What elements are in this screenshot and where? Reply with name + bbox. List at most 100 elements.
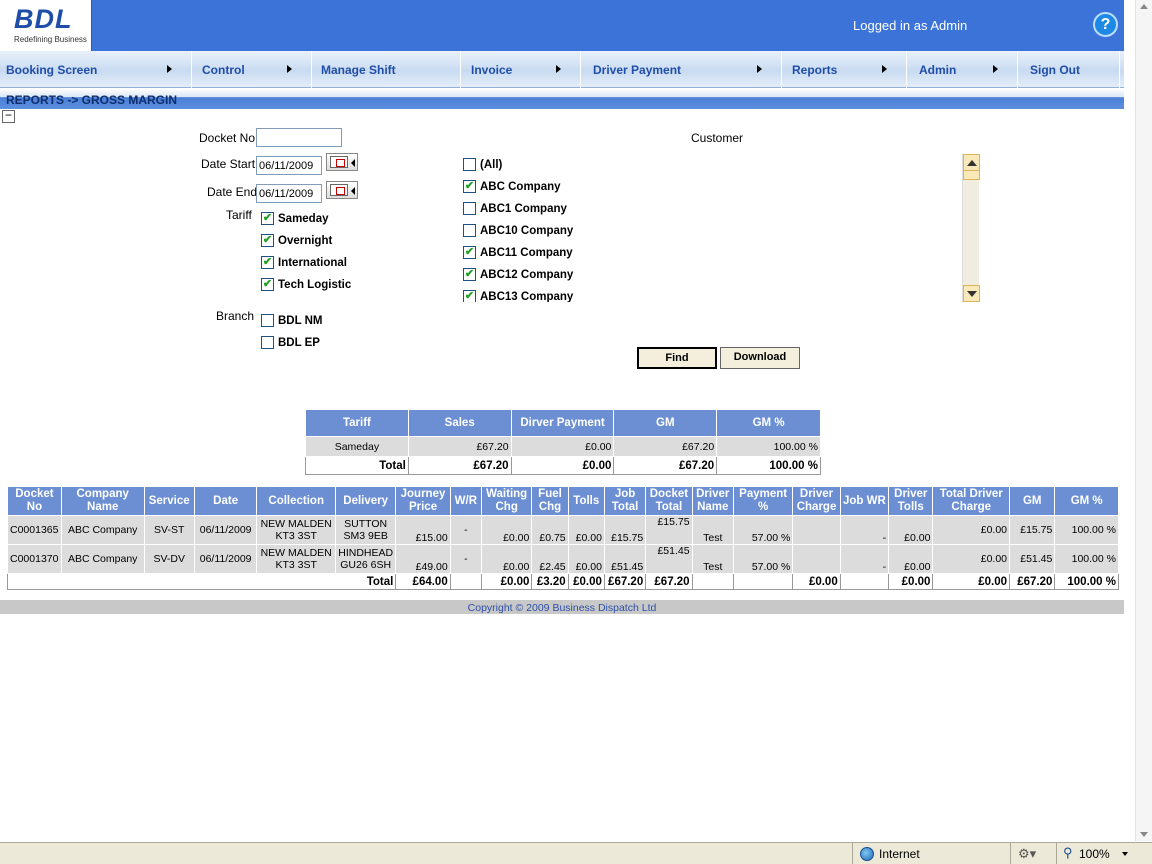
menu-sign-out[interactable]: Sign Out [1024,51,1120,88]
cell: - [449,544,482,574]
cell: £51.45 [1009,544,1056,574]
branch-label: Branch [216,309,255,323]
cell: 100.00 % [716,456,821,475]
customer-all-checkbox[interactable]: (All) [463,158,502,171]
checkbox-label: ABC10 Company [480,224,574,237]
docket-no-input[interactable] [256,128,342,147]
menu-label: Control [202,63,245,77]
zoom-level[interactable]: 100% [1079,847,1110,861]
menu-invoice[interactable]: Invoice [465,51,581,88]
protected-mode-icon[interactable]: ⚙▾ [1018,846,1036,862]
cell: £0.00 [932,515,1011,545]
customer-checkbox[interactable]: ABC1 Company [463,202,567,215]
date-start-input[interactable] [256,156,322,175]
customer-checkbox[interactable]: ABC10 Company [463,224,573,237]
cell: 100.00 % [716,436,821,457]
col-header: Company Name [60,486,145,516]
menu-booking-screen[interactable]: Booking Screen [0,51,192,88]
arrow-down-icon[interactable] [1140,832,1148,837]
cell: Test [691,544,734,574]
customer-checkbox[interactable]: ✔ ABC12 Company [463,268,573,281]
col-header: Driver Tolls [888,486,934,516]
cell: HINDHEAD GU26 6SH [334,544,397,574]
checkbox-unchecked-icon [463,202,476,215]
main-menu: Booking Screen Control Manage Shift Invo… [0,51,1124,88]
cell: £0.00 [480,544,533,574]
checkbox-checked-icon: ✔ [463,268,476,281]
cell: £0.00 [888,544,934,574]
cell: £67.20 [1009,573,1056,590]
customer-label: Customer [691,131,744,145]
customer-list-scrollbar[interactable] [962,154,980,302]
cell: - [449,515,482,545]
col-header: Dirver Payment [510,409,615,437]
download-button[interactable]: Download [720,347,800,369]
logo-tagline: Redefining Business [14,35,87,44]
breadcrumb: REPORTS -> GROSS MARGIN [6,93,178,107]
cell [732,573,794,590]
col-header: GM % [716,409,821,437]
cell: 100.00 % [1054,544,1119,574]
cell: 57.00 % [732,544,794,574]
customer-checkbox[interactable]: ✔ ABC13 Company [463,290,573,302]
cell: £0.00 [567,515,605,545]
menu-manage-shift[interactable]: Manage Shift [315,51,461,88]
col-header: Service [143,486,195,516]
cell: £15.75 [603,515,647,545]
tariff-sameday-checkbox[interactable]: ✔ Sameday [261,212,329,225]
menu-admin[interactable]: Admin [913,51,1018,88]
menu-control[interactable]: Control [196,51,312,88]
branch-bdl-ep-checkbox[interactable]: BDL EP [261,336,320,349]
date-end-input[interactable] [256,184,322,203]
menu-label: Reports [792,63,838,77]
customer-list[interactable]: (All) ✔ ABC Company ABC1 Company ABC10 Co… [458,152,978,302]
zone-label: Internet [879,847,920,861]
checkbox-checked-icon: ✔ [261,212,274,225]
cell: - [839,544,890,574]
divider [852,843,853,864]
col-header: Fuel Chg [531,486,569,516]
col-header: Docket Total [645,486,693,516]
menu-reports[interactable]: Reports [786,51,907,88]
detail-table: Docket No Company Name Service Date Coll… [6,486,1119,590]
arrow-up-icon[interactable] [1140,4,1148,9]
tariff-tech-logistic-checkbox[interactable]: ✔ Tech Logistic [261,278,351,291]
arrow-down-icon [967,291,977,297]
cell: £15.00 [395,515,451,545]
scroll-up-button[interactable] [963,154,980,171]
date-end-label: Date End [207,185,258,199]
customer-checkbox[interactable]: ✔ ABC11 Company [463,246,573,259]
checkbox-label: ABC13 Company [480,290,574,303]
bdl-logo[interactable]: BDL Redefining Business [0,0,92,51]
branch-bdl-nm-checkbox[interactable]: BDL NM [261,314,323,327]
checkbox-unchecked-icon [261,336,274,349]
date-end-calendar-button[interactable] [326,181,358,199]
cell: £3.20 [531,573,569,590]
col-header: Journey Price [395,486,451,516]
checkbox-label: International [278,256,348,269]
checkbox-checked-icon: ✔ [463,246,476,259]
help-icon[interactable]: ? [1093,12,1118,37]
tariff-international-checkbox[interactable]: ✔ International [261,256,347,269]
col-header: Payment % [732,486,794,516]
login-status: Logged in as Admin [853,18,968,33]
tariff-overnight-checkbox[interactable]: ✔ Overnight [261,234,332,247]
menu-label: Sign Out [1030,63,1080,77]
date-start-calendar-button[interactable] [326,153,358,171]
scroll-down-button[interactable] [963,285,980,302]
menu-driver-payment[interactable]: Driver Payment [587,51,782,88]
collapse-button[interactable]: − [2,109,15,123]
find-button[interactable]: Find [637,347,717,369]
zoom-dropdown-icon[interactable] [1122,852,1128,856]
cell: £64.00 [395,573,451,590]
page-scrollbar[interactable] [1135,0,1152,841]
customer-checkbox[interactable]: ✔ ABC Company [463,180,561,193]
zoom-icon[interactable]: ⚲ [1063,845,1073,861]
checkbox-label: ABC1 Company [480,202,567,215]
checkbox-label: ABC11 Company [480,246,573,259]
cell: SUTTON SM3 9EB [334,515,397,545]
checkbox-label: ABC Company [480,180,561,193]
calendar-icon [330,156,348,168]
cell: ABC Company [60,544,145,574]
scroll-thumb[interactable] [963,170,980,180]
